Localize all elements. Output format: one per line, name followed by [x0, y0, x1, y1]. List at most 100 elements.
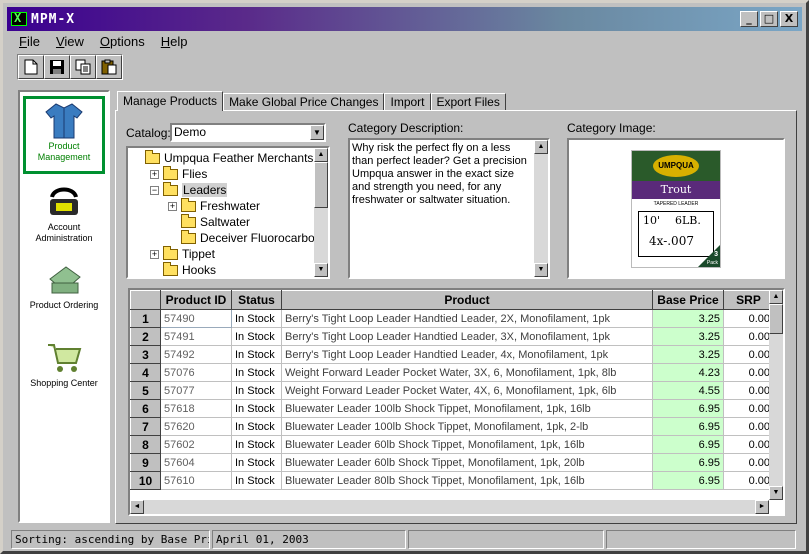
cell-base-price[interactable]: 3.25: [652, 327, 724, 346]
cell-product-id[interactable]: 57618: [160, 399, 232, 418]
cell-srp[interactable]: 0.00: [723, 381, 774, 400]
tab-export-files[interactable]: Export Files: [430, 93, 506, 111]
row-header[interactable]: 7: [130, 417, 161, 436]
scroll-up-icon[interactable]: ▲: [769, 290, 783, 304]
cell-base-price[interactable]: 3.25: [652, 309, 724, 328]
tree-item[interactable]: Saltwater: [168, 213, 250, 230]
row-header[interactable]: 1: [130, 309, 161, 328]
column-header-status[interactable]: Status: [231, 290, 282, 310]
table-row[interactable]: 10 57610 In Stock Bluewater Leader 80lb Sho…: [130, 471, 774, 490]
title-bar[interactable]: MPM-X _ □ X: [7, 7, 802, 31]
cell-status[interactable]: In Stock: [231, 327, 282, 346]
description-scrollbar[interactable]: ▲ ▼: [534, 140, 548, 277]
cell-srp[interactable]: 0.00: [723, 435, 774, 454]
cell-base-price[interactable]: 6.95: [652, 399, 724, 418]
cell-srp[interactable]: 0.00: [723, 417, 774, 436]
cell-product[interactable]: Bluewater Leader 100lb Shock Tippet, Mon…: [281, 417, 653, 436]
cell-product-id[interactable]: 57604: [160, 453, 232, 472]
column-header-base-price[interactable]: Base Price: [652, 290, 724, 310]
cell-product[interactable]: Bluewater Leader 80lb Shock Tippet, Mono…: [281, 471, 653, 490]
sidebar-item-account-administration[interactable]: Account Administration: [23, 180, 105, 246]
scroll-down-icon[interactable]: ▼: [769, 486, 783, 500]
row-header[interactable]: 10: [130, 471, 161, 490]
table-row[interactable]: 5 57077 In Stock Weight Forward Leader Pock…: [130, 381, 774, 400]
minimize-button[interactable]: _: [740, 11, 758, 27]
tree-item[interactable]: − Leaders: [150, 181, 228, 198]
row-header[interactable]: 6: [130, 399, 161, 418]
expand-icon[interactable]: +: [168, 201, 177, 211]
expand-icon[interactable]: +: [150, 169, 159, 179]
cell-status[interactable]: In Stock: [231, 399, 282, 418]
table-row[interactable]: 2 57491 In Stock Berry's Tight Loop Leader …: [130, 327, 774, 346]
cell-product-id[interactable]: 57076: [160, 363, 232, 382]
scroll-up-icon[interactable]: ▲: [534, 140, 548, 154]
tree-item[interactable]: Hooks: [150, 261, 216, 277]
menu-help[interactable]: Help: [153, 33, 196, 51]
cell-srp[interactable]: 0.00: [723, 327, 774, 346]
cell-status[interactable]: In Stock: [231, 417, 282, 436]
scroll-up-icon[interactable]: ▲: [314, 148, 328, 162]
tab-global-price-changes[interactable]: Make Global Price Changes: [223, 93, 385, 111]
cell-base-price[interactable]: 3.25: [652, 345, 724, 364]
cell-srp[interactable]: 0.00: [723, 309, 774, 328]
new-icon[interactable]: [18, 55, 44, 79]
paste-icon[interactable]: [96, 55, 122, 79]
tree-item[interactable]: + Tippet: [150, 245, 215, 262]
copy-icon[interactable]: [70, 55, 96, 79]
cell-base-price[interactable]: 6.95: [652, 435, 724, 454]
cell-product[interactable]: Bluewater Leader 60lb Shock Tippet, Mono…: [281, 453, 653, 472]
cell-status[interactable]: In Stock: [231, 453, 282, 472]
scroll-left-icon[interactable]: ◄: [130, 500, 144, 514]
scroll-down-icon[interactable]: ▼: [314, 263, 328, 277]
cell-srp[interactable]: 0.00: [723, 453, 774, 472]
close-button[interactable]: X: [780, 11, 798, 27]
grid-hscrollbar[interactable]: ◄ ►: [130, 500, 769, 514]
tab-manage-products[interactable]: Manage Products: [117, 91, 224, 111]
row-header[interactable]: 9: [130, 453, 161, 472]
sidebar-item-shopping-center[interactable]: Shopping Center: [23, 336, 105, 402]
cell-product-id[interactable]: 57492: [160, 345, 232, 364]
row-header[interactable]: 3: [130, 345, 161, 364]
collapse-icon[interactable]: −: [150, 185, 159, 195]
corner-cell[interactable]: [130, 290, 161, 310]
chevron-down-icon[interactable]: ▼: [310, 125, 324, 140]
table-row[interactable]: 4 57076 In Stock Weight Forward Leader Pock…: [130, 363, 774, 382]
table-row[interactable]: 9 57604 In Stock Bluewater Leader 60lb Shoc…: [130, 453, 774, 472]
row-header[interactable]: 4: [130, 363, 161, 382]
row-header[interactable]: 5: [130, 381, 161, 400]
cell-product[interactable]: Berry's Tight Loop Leader Handtied Leade…: [281, 327, 653, 346]
tree-item[interactable]: + Freshwater: [168, 197, 260, 214]
catalog-select[interactable]: Demo ▼: [170, 123, 326, 142]
cell-product[interactable]: Bluewater Leader 100lb Shock Tippet, Mon…: [281, 399, 653, 418]
grid-vscrollbar[interactable]: ▲ ▼: [769, 290, 783, 500]
scroll-right-icon[interactable]: ►: [755, 500, 769, 514]
sidebar-item-product-ordering[interactable]: Product Ordering: [23, 258, 105, 324]
table-row[interactable]: 3 57492 In Stock Berry's Tight Loop Leader …: [130, 345, 774, 364]
cell-product-id[interactable]: 57491: [160, 327, 232, 346]
cell-product-id[interactable]: 57610: [160, 471, 232, 490]
cell-status[interactable]: In Stock: [231, 309, 282, 328]
cell-srp[interactable]: 0.00: [723, 399, 774, 418]
cell-srp[interactable]: 0.00: [723, 471, 774, 490]
scroll-thumb[interactable]: [314, 162, 328, 208]
cell-srp[interactable]: 0.00: [723, 345, 774, 364]
category-description-text[interactable]: Why risk the perfect fly on a less than …: [348, 138, 550, 279]
scroll-thumb[interactable]: [769, 304, 783, 334]
cell-base-price[interactable]: 6.95: [652, 471, 724, 490]
sidebar-item-product-management[interactable]: Product Management: [23, 96, 105, 174]
column-header-srp[interactable]: SRP: [723, 290, 774, 310]
save-icon[interactable]: [44, 55, 70, 79]
menu-file[interactable]: File: [11, 33, 48, 51]
column-header-product-id[interactable]: Product ID: [160, 290, 232, 310]
table-row[interactable]: 1 57490 In Stock Berry's Tight Loop Leader …: [130, 309, 774, 328]
cell-status[interactable]: In Stock: [231, 345, 282, 364]
tree-scrollbar[interactable]: ▲ ▼: [314, 148, 328, 277]
cell-product[interactable]: Bluewater Leader 60lb Shock Tippet, Mono…: [281, 435, 653, 454]
row-header[interactable]: 2: [130, 327, 161, 346]
cell-status[interactable]: In Stock: [231, 435, 282, 454]
cell-base-price[interactable]: 6.95: [652, 417, 724, 436]
cell-product-id[interactable]: 57620: [160, 417, 232, 436]
table-row[interactable]: 8 57602 In Stock Bluewater Leader 60lb Shoc…: [130, 435, 774, 454]
cell-status[interactable]: In Stock: [231, 381, 282, 400]
row-header[interactable]: 8: [130, 435, 161, 454]
